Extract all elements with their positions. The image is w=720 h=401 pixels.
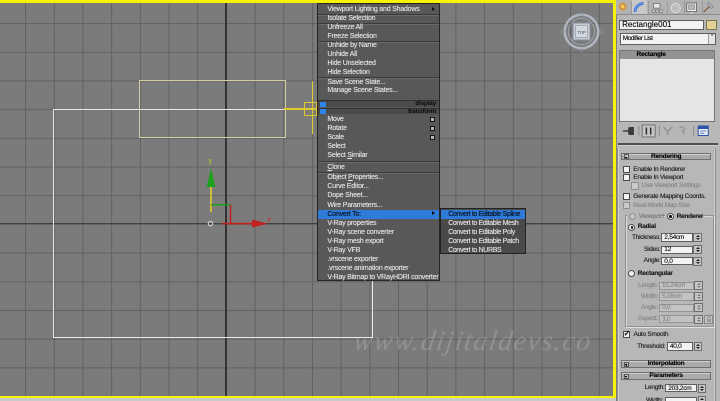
svg-text:N: N (580, 12, 584, 18)
svg-text:y: y (209, 158, 213, 165)
svg-text:TOP: TOP (577, 30, 586, 35)
svg-text:E: E (600, 30, 604, 36)
svg-text:W: W (560, 30, 566, 36)
svg-text:x: x (268, 217, 272, 224)
svg-text:S: S (580, 49, 584, 55)
